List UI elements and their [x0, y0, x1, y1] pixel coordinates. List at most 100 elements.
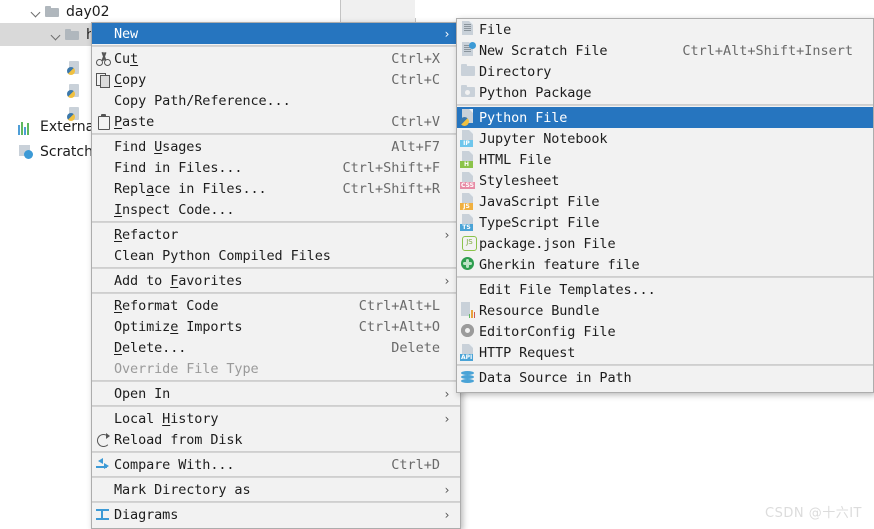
new-file-submenu[interactable]: File New Scratch File Ctrl+Alt+Shift+Inser… — [456, 18, 874, 393]
menu-item-inspect-code[interactable]: Inspect Code... — [92, 199, 460, 220]
menu-item-typescript-file[interactable]: TS TypeScript File — [457, 212, 873, 233]
menu-item-file[interactable]: File — [457, 19, 873, 40]
menu-item-open-in[interactable]: Open In › — [92, 383, 460, 404]
menu-item-compare-with[interactable]: Compare With... Ctrl+D — [92, 454, 460, 475]
python-file-icon — [457, 107, 479, 128]
no-icon — [92, 316, 114, 337]
menu-item-local-history[interactable]: Local History › — [92, 408, 460, 429]
jupyter-notebook-icon: IP — [457, 128, 479, 149]
menu-item-label: HTTP Request — [479, 344, 576, 361]
menu-item-label: Local History — [114, 410, 219, 427]
menu-item-label: New Scratch File — [479, 42, 608, 59]
cut-icon — [92, 48, 114, 69]
no-icon — [92, 479, 114, 500]
scratch-file-icon — [457, 40, 479, 61]
menu-item-shortcut: Ctrl+D — [391, 456, 440, 473]
no-icon — [92, 295, 114, 316]
menu-item-resource-bundle[interactable]: Resource Bundle — [457, 300, 873, 321]
menu-separator — [92, 267, 460, 269]
menu-item-gherkin-feature-file[interactable]: Gherkin feature file — [457, 254, 873, 275]
tree-item[interactable]: day02 — [0, 0, 368, 23]
menu-item-delete[interactable]: Delete... Delete — [92, 337, 460, 358]
menu-item-jupyter-notebook[interactable]: IP Jupyter Notebook — [457, 128, 873, 149]
file-icon — [457, 19, 479, 40]
no-icon — [92, 23, 114, 44]
menu-item-shortcut: Ctrl+V — [391, 113, 440, 130]
menu-item-optimize-imports[interactable]: Optimize Imports Ctrl+Alt+O — [92, 316, 460, 337]
no-icon — [92, 245, 114, 266]
menu-item-label: New — [114, 25, 139, 42]
menu-item-replace-in-files[interactable]: Replace in Files... Ctrl+Shift+R — [92, 178, 460, 199]
menu-item-reload-from-disk[interactable]: Reload from Disk — [92, 429, 460, 450]
project-context-menu[interactable]: New › Cut Ctrl+X Copy Ctrl+C Copy Path/Referen… — [91, 22, 461, 529]
chevron-down-icon[interactable] — [48, 27, 64, 43]
menu-separator — [92, 221, 460, 223]
menu-item-refactor[interactable]: Refactor › — [92, 224, 460, 245]
menu-item-label: Refactor — [114, 226, 179, 243]
menu-item-python-file[interactable]: Python File — [457, 107, 873, 128]
no-icon — [92, 358, 114, 379]
menu-item-find-in-files[interactable]: Find in Files... Ctrl+Shift+F — [92, 157, 460, 178]
menu-item-javascript-file[interactable]: JS JavaScript File — [457, 191, 873, 212]
diagrams-icon — [92, 504, 114, 525]
compare-icon — [92, 454, 114, 475]
menu-item-label: Override File Type — [114, 360, 259, 377]
menu-item-html-file[interactable]: H HTML File — [457, 149, 873, 170]
copy-icon — [92, 69, 114, 90]
menu-item-copy-path-reference[interactable]: Copy Path/Reference... — [92, 90, 460, 111]
no-icon — [92, 157, 114, 178]
menu-item-http-request[interactable]: API HTTP Request — [457, 342, 873, 363]
menu-item-reformat-code[interactable]: Reformat Code Ctrl+Alt+L — [92, 295, 460, 316]
menu-separator — [92, 45, 460, 47]
menu-item-package-json-file[interactable]: JS package.json File — [457, 233, 873, 254]
chevron-down-icon[interactable] — [28, 4, 44, 20]
menu-item-label: Paste — [114, 113, 155, 130]
menu-item-directory[interactable]: Directory — [457, 61, 873, 82]
menu-separator — [457, 364, 873, 366]
menu-item-python-package[interactable]: Python Package — [457, 82, 873, 103]
menu-item-editorconfig-file[interactable]: EditorConfig File — [457, 321, 873, 342]
chevron-right-icon: › — [444, 273, 450, 288]
menu-item-label: Find in Files... — [114, 159, 243, 176]
no-icon — [92, 337, 114, 358]
menu-item-label: File — [479, 21, 512, 38]
menu-item-shortcut: Ctrl+Alt+O — [358, 318, 440, 335]
menu-item-label: Resource Bundle — [479, 302, 600, 319]
no-icon — [92, 270, 114, 291]
menu-item-clean-python-compiled-files[interactable]: Clean Python Compiled Files — [92, 245, 460, 266]
chevron-right-icon: › — [444, 482, 450, 497]
menu-item-label: Open In — [114, 385, 171, 402]
menu-item-shortcut: Delete — [391, 339, 440, 356]
no-icon — [92, 408, 114, 429]
menu-item-label: Directory — [479, 63, 552, 80]
menu-item-label: Reload from Disk — [114, 431, 243, 448]
menu-item-label: Compare With... — [114, 456, 235, 473]
menu-item-label: Optimize Imports — [114, 318, 243, 335]
menu-item-shortcut: Ctrl+Shift+R — [342, 180, 440, 197]
menu-separator — [92, 476, 460, 478]
python-file-icon — [66, 106, 82, 122]
menu-item-paste[interactable]: Paste Ctrl+V — [92, 111, 460, 132]
menu-item-find-usages[interactable]: Find Usages Alt+F7 — [92, 136, 460, 157]
menu-item-diagrams[interactable]: Diagrams › — [92, 504, 460, 525]
menu-item-new[interactable]: New › — [92, 23, 460, 44]
menu-item-edit-file-templates[interactable]: Edit File Templates... — [457, 279, 873, 300]
menu-item-shortcut: Ctrl+Alt+Shift+Insert — [682, 42, 853, 59]
menu-item-stylesheet[interactable]: CSS Stylesheet — [457, 170, 873, 191]
menu-item-new-scratch-file[interactable]: New Scratch File Ctrl+Alt+Shift+Insert — [457, 40, 873, 61]
menu-item-cut[interactable]: Cut Ctrl+X — [92, 48, 460, 69]
menu-item-data-source-in-path[interactable]: Data Source in Path — [457, 367, 873, 388]
editorconfig-icon — [457, 321, 479, 342]
menu-item-copy[interactable]: Copy Ctrl+C — [92, 69, 460, 90]
menu-item-mark-directory-as[interactable]: Mark Directory as › — [92, 479, 460, 500]
menu-item-shortcut: Ctrl+Shift+F — [342, 159, 440, 176]
folder-icon — [44, 4, 60, 20]
no-icon — [92, 90, 114, 111]
menu-item-label: Delete... — [114, 339, 187, 356]
gherkin-icon — [457, 254, 479, 275]
menu-separator — [92, 380, 460, 382]
no-icon — [92, 383, 114, 404]
no-icon — [92, 199, 114, 220]
data-source-icon — [457, 367, 479, 388]
menu-item-add-to-favorites[interactable]: Add to Favorites › — [92, 270, 460, 291]
